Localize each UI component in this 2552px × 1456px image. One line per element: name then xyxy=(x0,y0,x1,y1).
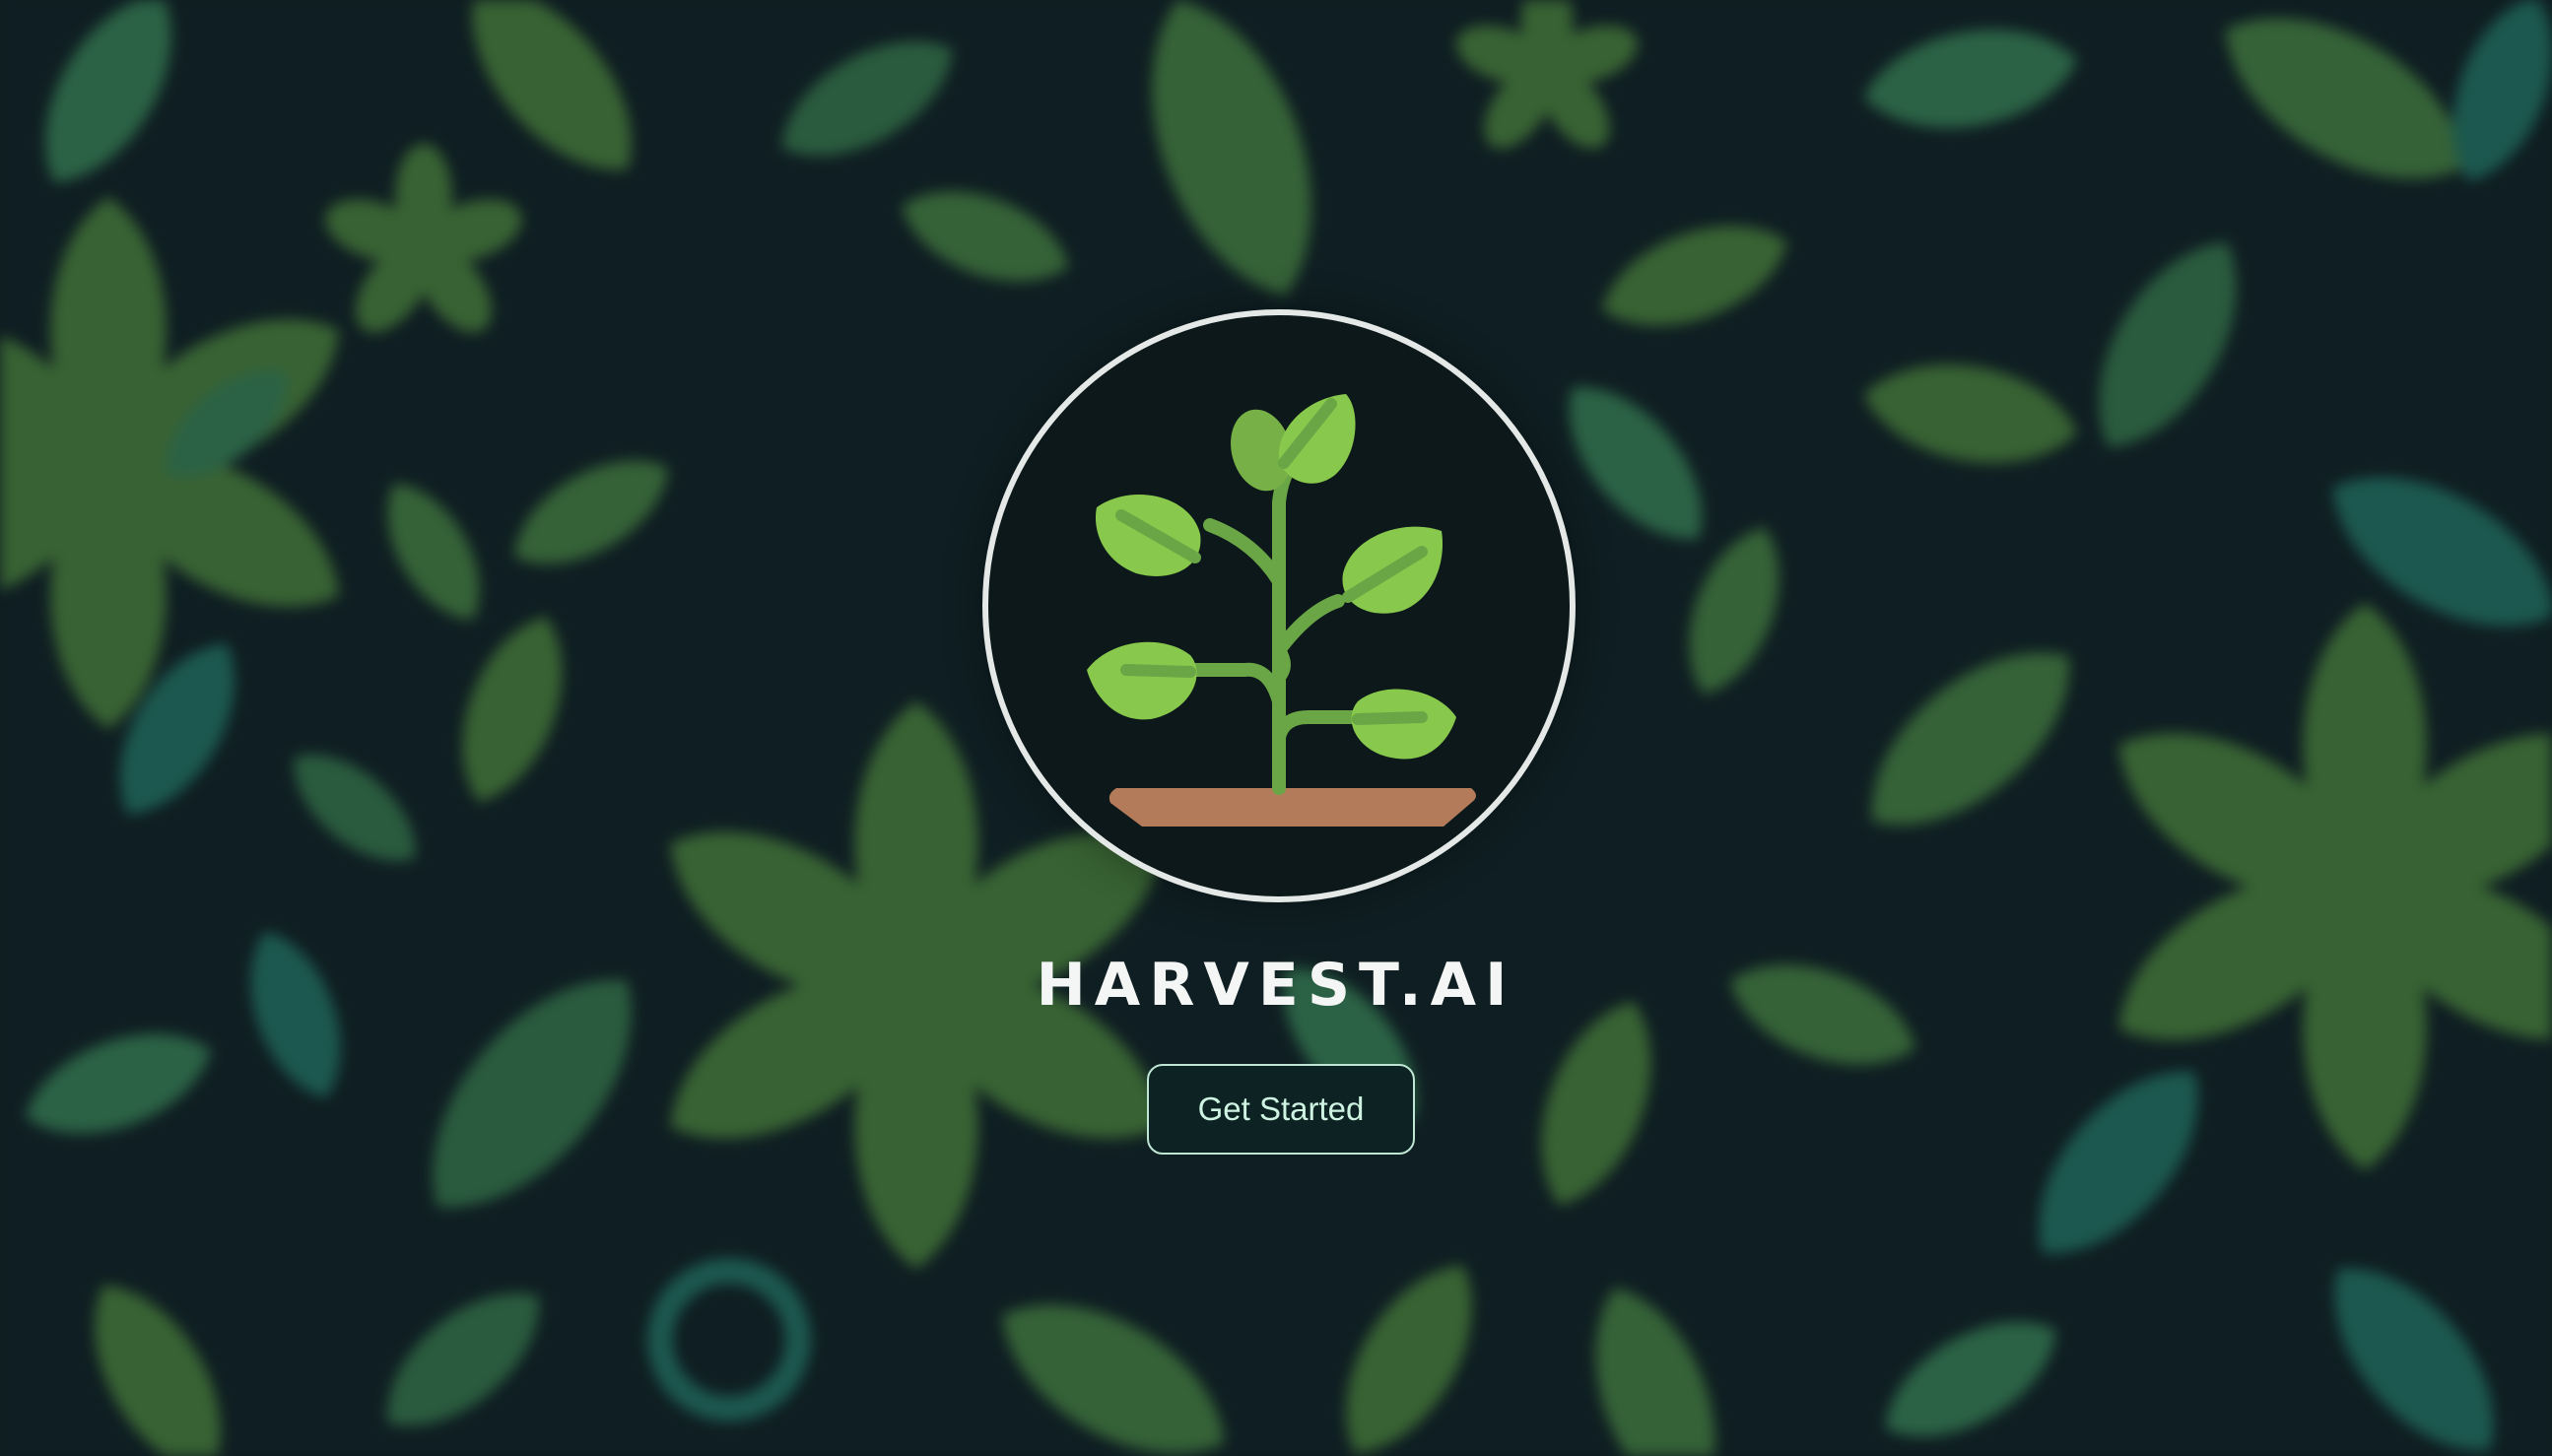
landing-page: HARVEST.AI Get Started xyxy=(0,0,2552,1456)
brand-title: HARVEST.AI xyxy=(1036,951,1516,1020)
logo-badge xyxy=(982,309,1576,902)
sprout-in-soil-icon xyxy=(1087,394,1476,827)
get-started-button[interactable]: Get Started xyxy=(1147,1064,1415,1155)
